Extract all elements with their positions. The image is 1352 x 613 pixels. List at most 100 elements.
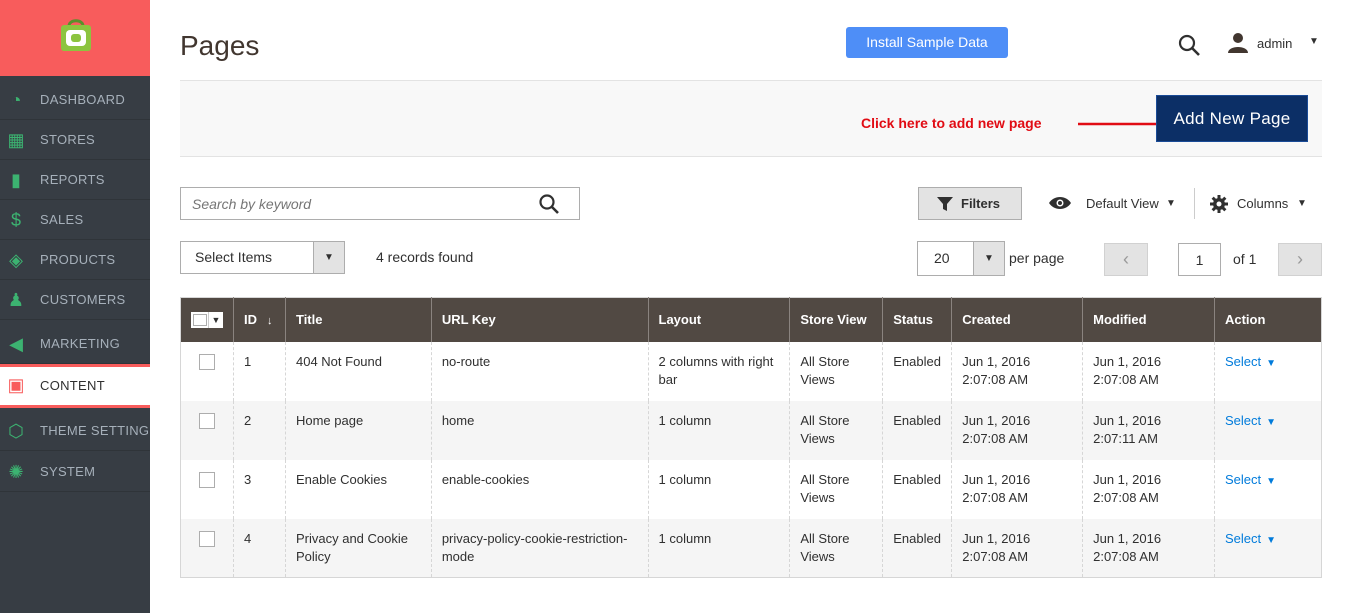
row-checkbox[interactable] <box>199 353 215 370</box>
sidebar-item-label: PRODUCTS <box>40 252 116 267</box>
cell-created: Jun 1, 2016 2:07:08 AM <box>951 459 1083 519</box>
sidebar-item-content[interactable]: ▣ CONTENT <box>0 364 150 408</box>
cell-status: Enabled <box>882 400 952 460</box>
mass-actions-label: Select Items <box>195 249 273 265</box>
sidebar-item-marketing[interactable]: ◀ MARKETING <box>0 324 150 364</box>
view-switcher-dropdown[interactable]: Default View ▼ <box>1048 187 1178 220</box>
cell-title: Home page <box>284 400 432 460</box>
cell-id: 1 <box>233 341 286 401</box>
search-icon[interactable] <box>538 193 560 215</box>
column-header-title[interactable]: Title <box>284 297 432 342</box>
chevron-down-icon[interactable]: ▼ <box>973 242 1004 275</box>
eye-icon <box>1049 197 1071 209</box>
funnel-icon <box>937 197 953 211</box>
column-header-status[interactable]: Status <box>882 297 952 342</box>
gear-icon: ✺ <box>8 462 24 482</box>
row-select-cell <box>180 400 234 460</box>
mass-actions-select[interactable]: Select Items ▼ <box>180 241 345 274</box>
cell-store-view: All Store Views <box>789 459 883 519</box>
columns-dropdown[interactable]: Columns ▼ <box>1210 187 1310 220</box>
shopping-bag-logo-icon <box>61 19 91 51</box>
filters-button[interactable]: Filters <box>918 187 1022 220</box>
current-page-input[interactable] <box>1178 243 1221 276</box>
pages-grid: ▼ ID ↓ Title URL Key Layout Store View St… <box>180 297 1322 578</box>
per-page-value: 20 <box>934 250 950 266</box>
sidebar-item-system[interactable]: ✺ SYSTEM <box>0 452 150 492</box>
per-page-select[interactable]: 20 ▼ <box>917 241 1005 276</box>
column-header-url-key[interactable]: URL Key <box>430 297 649 342</box>
column-header-action: Action <box>1213 297 1322 342</box>
row-action-select-link[interactable]: Select <box>1225 531 1261 546</box>
records-found-count: 4 records found <box>376 249 474 265</box>
cell-url-key: enable-cookies <box>430 459 649 519</box>
sidebar-item-products[interactable]: ◈ PRODUCTS <box>0 240 150 280</box>
previous-page-button[interactable]: ‹ <box>1104 243 1148 276</box>
row-checkbox[interactable] <box>199 530 215 547</box>
chevron-down-icon[interactable]: ▼ <box>1266 476 1276 487</box>
row-action-cell: Select ▼ <box>1213 400 1322 460</box>
chevron-down-icon[interactable]: ▼ <box>1266 358 1276 369</box>
sidebar-item-sales[interactable]: $ SALES <box>0 200 150 240</box>
sidebar-item-reports[interactable]: ▮ REPORTS <box>0 160 150 200</box>
cell-store-view: All Store Views <box>789 341 883 401</box>
cell-id: 4 <box>233 518 286 578</box>
next-page-button[interactable]: › <box>1278 243 1322 276</box>
sidebar-item-dashboard[interactable]: ◔ DASHBOARD <box>0 80 150 120</box>
hexagon-icon: ⬡ <box>8 421 24 441</box>
sidebar-item-theme-setting[interactable]: ⬡ THEME SETTING <box>0 411 150 451</box>
grid-header-row: ▼ ID ↓ Title URL Key Layout Store View St… <box>180 297 1322 342</box>
row-action-select-link[interactable]: Select <box>1225 413 1261 428</box>
column-header-store-view[interactable]: Store View <box>789 297 883 342</box>
table-row[interactable]: 3 Enable Cookies enable-cookies 1 column All… <box>180 459 1322 519</box>
install-sample-data-button[interactable]: Install Sample Data <box>846 27 1008 58</box>
column-header-modified[interactable]: Modified <box>1082 297 1215 342</box>
sidebar-item-label: DASHBOARD <box>40 92 126 107</box>
select-all-header[interactable]: ▼ <box>180 297 234 342</box>
sidebar-item-label: MARKETING <box>40 336 120 351</box>
chevron-down-icon[interactable]: ▼ <box>1266 417 1276 428</box>
user-icon <box>1228 33 1248 53</box>
row-action-select-link[interactable]: Select <box>1225 472 1261 487</box>
row-action-select-link[interactable]: Select <box>1225 354 1261 369</box>
stores-icon: ▦ <box>7 130 25 150</box>
sidebar-item-customers[interactable]: ♟ CUSTOMERS <box>0 280 150 320</box>
row-checkbox[interactable] <box>199 471 215 488</box>
cell-layout: 1 column <box>647 459 790 519</box>
chevron-down-icon[interactable]: ▼ <box>208 312 223 329</box>
view-label: Default View <box>1086 196 1159 211</box>
chevron-right-icon: › <box>1297 249 1303 269</box>
select-all-checkbox[interactable]: ▼ <box>191 312 223 329</box>
table-row[interactable]: 1 404 Not Found no-route 2 columns with rig… <box>180 341 1322 401</box>
cell-title: 404 Not Found <box>284 341 432 401</box>
sidebar-item-stores[interactable]: ▦ STORES <box>0 120 150 160</box>
logo-block[interactable] <box>0 0 150 76</box>
cell-status: Enabled <box>882 341 952 401</box>
row-action-cell: Select ▼ <box>1213 341 1322 401</box>
person-icon: ♟ <box>7 290 25 310</box>
columns-label: Columns <box>1237 196 1289 211</box>
admin-sidebar: ◔ DASHBOARD ▦ STORES ▮ REPORTS $ SALES ◈ PRODUCTS… <box>0 0 150 613</box>
cell-url-key: home <box>430 400 649 460</box>
chevron-down-icon[interactable]: ▼ <box>1266 535 1276 546</box>
dashboard-icon: ◔ <box>10 90 22 110</box>
cell-store-view: All Store Views <box>789 518 883 578</box>
table-row[interactable]: 2 Home page home 1 column All Store Views Ena… <box>180 400 1322 460</box>
cell-title: Privacy and Cookie Policy <box>284 518 432 578</box>
page-actions-bar: Click here to add new page Add New Page <box>180 80 1322 157</box>
search-icon[interactable] <box>1177 33 1201 57</box>
column-header-id[interactable]: ID ↓ <box>233 297 286 342</box>
cell-created: Jun 1, 2016 2:07:08 AM <box>951 341 1083 401</box>
chevron-down-icon[interactable]: ▼ <box>313 242 344 273</box>
sidebar-item-label: SYSTEM <box>40 464 96 479</box>
column-header-created[interactable]: Created <box>951 297 1083 342</box>
sidebar-item-label: CUSTOMERS <box>40 292 126 307</box>
sidebar-item-label: STORES <box>40 132 96 147</box>
table-row[interactable]: 4 Privacy and Cookie Policy privacy-policy… <box>180 518 1322 578</box>
keyword-search-input[interactable] <box>181 188 521 219</box>
cell-created: Jun 1, 2016 2:07:08 AM <box>951 518 1083 578</box>
cell-url-key: privacy-policy-cookie-restriction-mode <box>430 518 649 578</box>
column-header-layout[interactable]: Layout <box>647 297 790 342</box>
sidebar-item-label: REPORTS <box>40 172 105 187</box>
add-new-page-button[interactable]: Add New Page <box>1156 95 1308 142</box>
row-checkbox[interactable] <box>199 412 215 429</box>
